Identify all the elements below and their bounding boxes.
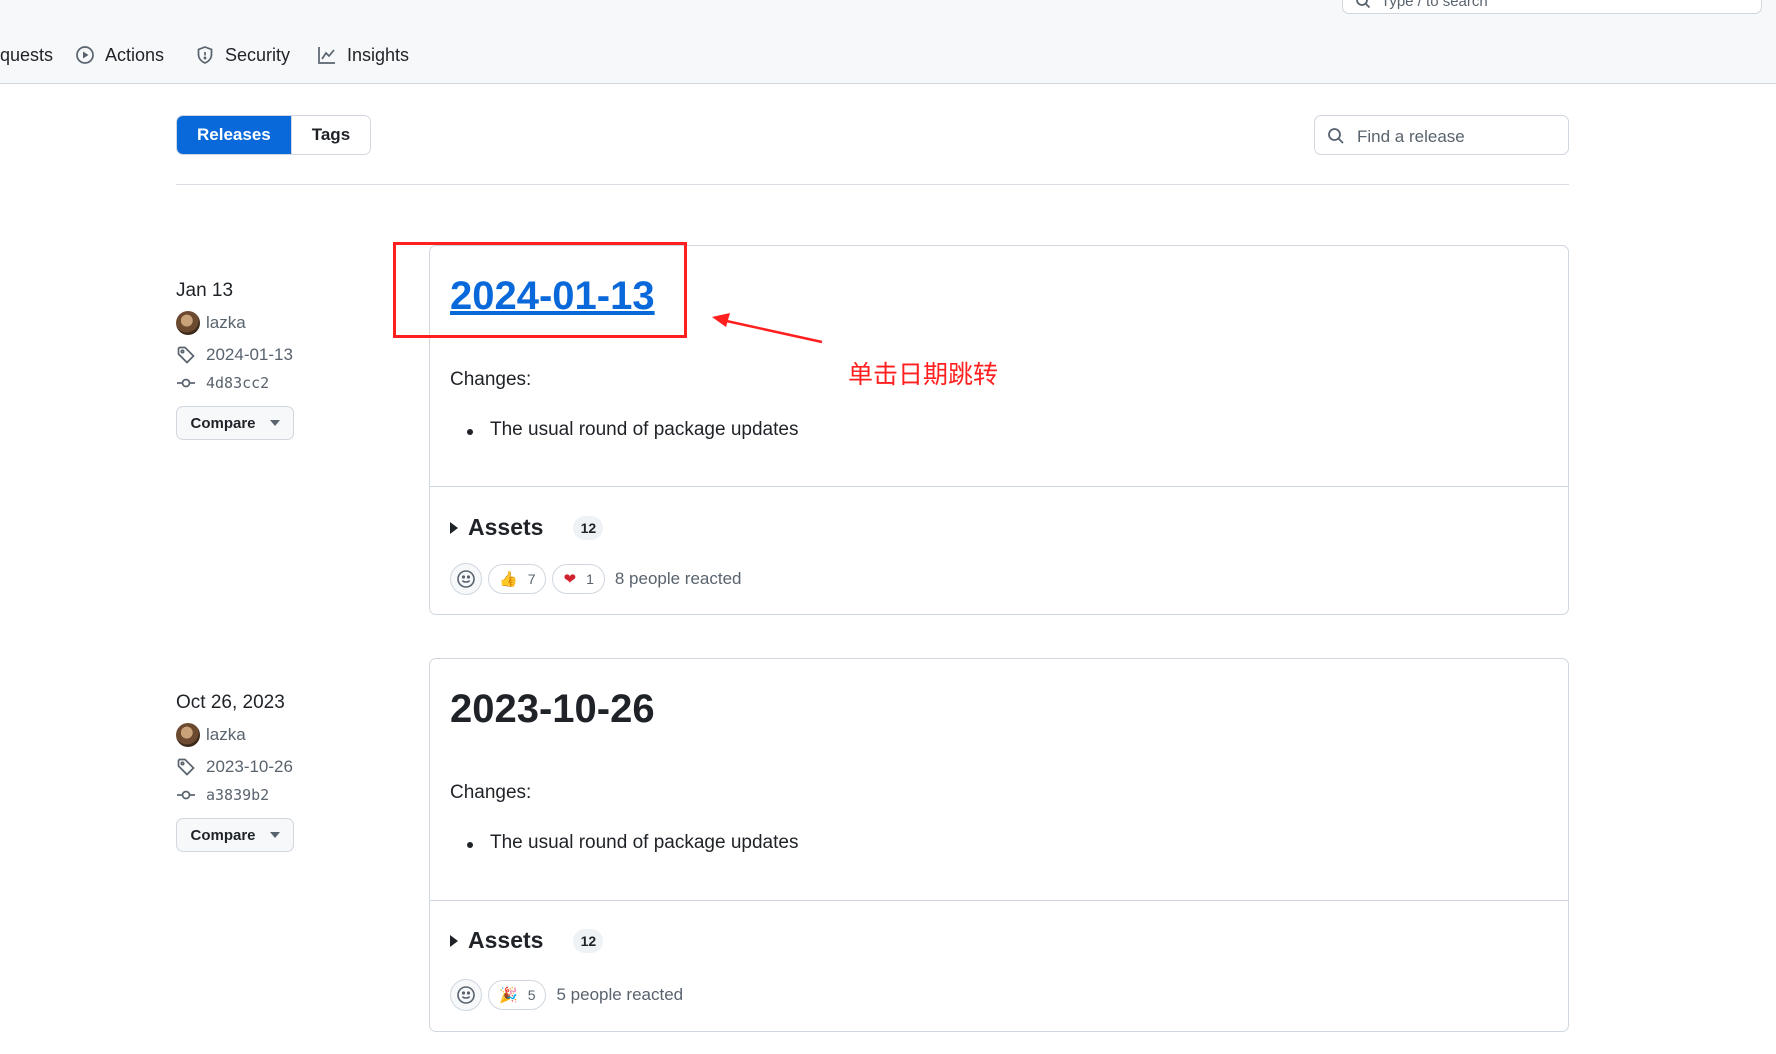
compare-button[interactable]: Compare	[176, 406, 294, 440]
author-name: lazka	[206, 725, 246, 744]
tag-name: 2024-01-13	[206, 345, 293, 364]
release-author[interactable]: lazka	[176, 310, 376, 336]
reaction-count: 1	[586, 571, 594, 587]
assets-toggle[interactable]: Assets 12	[450, 927, 604, 954]
annotation-arrow-icon	[712, 313, 823, 344]
commit-sha: 4d83cc2	[206, 374, 270, 392]
shield-icon	[197, 46, 213, 64]
tag-icon	[177, 758, 195, 776]
avatar	[176, 311, 200, 335]
list-item: The usual round of package updates	[450, 419, 798, 441]
tags-tab[interactable]: Tags	[290, 116, 371, 154]
nav-tab-label: Security	[225, 44, 291, 65]
assets-count: 12	[573, 928, 604, 953]
nav-tab-label: Insights	[347, 44, 410, 65]
changes-label: Changes:	[450, 369, 532, 390]
commit-icon	[177, 790, 195, 800]
compare-button[interactable]: Compare	[176, 818, 294, 852]
release-commit[interactable]: 4d83cc2	[176, 370, 376, 396]
release-meta: Jan 13 lazka 2024-01-13 4d83cc2 Compare	[176, 278, 376, 440]
card-divider	[430, 900, 1568, 901]
thumbs-up-icon: 👍	[499, 571, 518, 588]
assets-label: Assets	[468, 514, 544, 540]
assets-label: Assets	[468, 927, 544, 953]
changes-list: The usual round of package updates	[450, 419, 798, 441]
add-reaction-button[interactable]	[450, 979, 482, 1011]
global-search-input[interactable]: Type / to search	[1342, 0, 1762, 14]
chevron-down-icon	[269, 420, 280, 426]
release-date: Oct 26, 2023	[176, 692, 285, 713]
reaction-heart[interactable]: ❤ 1	[552, 564, 605, 594]
reaction-summary: 5 people reacted	[556, 985, 684, 1004]
tag-name: 2023-10-26	[206, 757, 293, 776]
triangle-right-icon	[450, 521, 458, 534]
release-card: 2023-10-26 Changes: The usual round of p…	[429, 658, 1569, 1032]
annotation-text: 单击日期跳转	[848, 361, 999, 389]
repo-nav: quests Actions Security Insights Type / …	[0, 0, 1776, 84]
commit-icon	[177, 378, 195, 388]
release-tag[interactable]: 2023-10-26	[176, 754, 376, 780]
find-release-input[interactable]: Find a release	[1314, 115, 1569, 155]
nav-tab-pull-requests[interactable]: quests	[0, 38, 53, 72]
release-meta: Oct 26, 2023 lazka 2023-10-26 a3839b2 Co…	[176, 690, 376, 852]
graph-icon	[318, 47, 335, 64]
nav-tab-insights[interactable]: Insights	[317, 38, 409, 72]
reaction-thumbs-up[interactable]: 👍 7	[488, 564, 547, 594]
card-divider	[430, 486, 1568, 487]
release-date: Jan 13	[176, 280, 234, 301]
reaction-hooray[interactable]: 🎉 5	[488, 980, 547, 1010]
annotation-highlight-box	[393, 242, 687, 338]
commit-sha: a3839b2	[206, 786, 270, 804]
releases-tab[interactable]: Releases	[177, 116, 291, 154]
author-name: lazka	[206, 313, 246, 332]
search-icon	[1356, 0, 1371, 9]
add-reaction-button[interactable]	[450, 563, 482, 595]
nav-tab-actions[interactable]: Actions	[75, 38, 164, 72]
reaction-count: 7	[527, 571, 536, 587]
chevron-down-icon	[269, 832, 280, 838]
reactions-bar: 🎉 5 5 people reacted	[450, 979, 683, 1011]
party-popper-icon: 🎉	[499, 987, 518, 1004]
tag-icon	[177, 346, 195, 364]
assets-toggle[interactable]: Assets 12	[450, 514, 604, 541]
reaction-summary: 8 people reacted	[614, 569, 742, 588]
smiley-icon	[457, 570, 475, 588]
assets-count: 12	[573, 515, 604, 540]
nav-tab-label: Actions	[105, 44, 165, 65]
release-author[interactable]: lazka	[176, 722, 376, 748]
reaction-count: 5	[527, 987, 536, 1003]
play-icon	[76, 46, 94, 64]
search-icon	[1328, 128, 1344, 144]
find-release-placeholder: Find a release	[1357, 127, 1465, 146]
nav-tab-security[interactable]: Security	[195, 38, 290, 72]
triangle-right-icon	[450, 934, 458, 947]
releases-tags-switch: Releases Tags	[176, 115, 372, 155]
avatar	[176, 723, 200, 747]
nav-tab-label: quests	[0, 44, 54, 65]
changes-label: Changes:	[450, 782, 532, 803]
changes-list: The usual round of package updates	[450, 832, 798, 854]
release-tag[interactable]: 2024-01-13	[176, 342, 376, 368]
header-divider	[176, 184, 1569, 185]
smiley-icon	[457, 986, 475, 1004]
compare-label: Compare	[190, 826, 256, 844]
list-item: The usual round of package updates	[450, 832, 798, 854]
release-commit[interactable]: a3839b2	[176, 782, 376, 808]
heart-icon: ❤	[563, 571, 577, 588]
release-title[interactable]: 2023-10-26	[450, 687, 655, 732]
compare-label: Compare	[190, 414, 256, 432]
search-placeholder: Type / to search	[1381, 0, 1488, 10]
reactions-bar: 👍 7 ❤ 1 8 people reacted	[450, 563, 742, 595]
